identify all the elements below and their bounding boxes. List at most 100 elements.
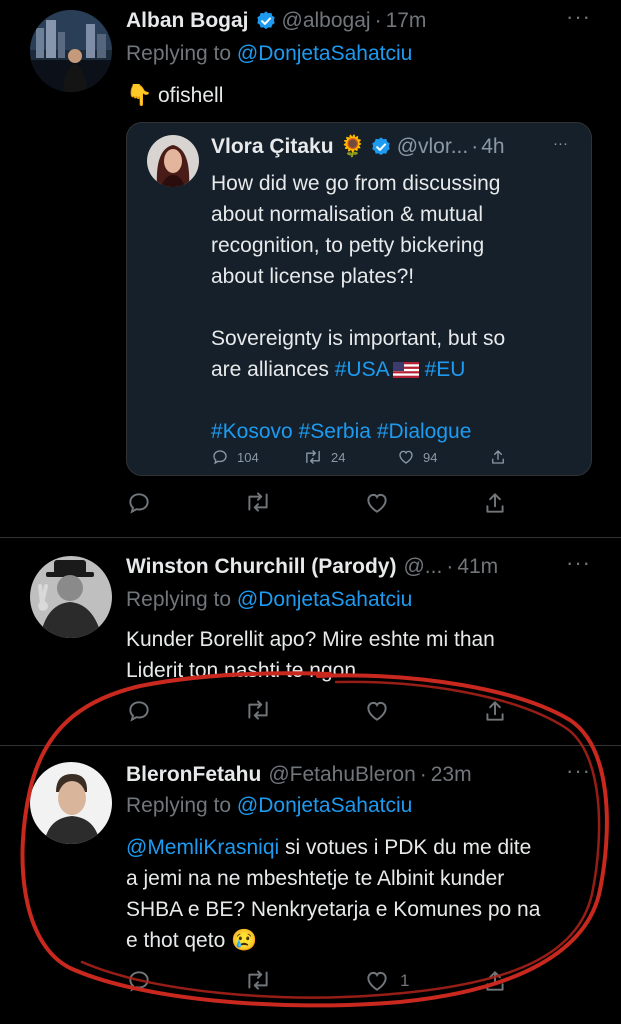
share-button[interactable]: [482, 490, 508, 516]
retweet-icon: [248, 700, 268, 720]
quoted-timestamp[interactable]: 4h: [481, 135, 504, 159]
tweet-text: 👇 ofishell: [126, 80, 223, 111]
share-icon: [486, 971, 504, 991]
like-button[interactable]: [364, 698, 390, 724]
timestamp[interactable]: 23m: [431, 763, 472, 787]
display-name[interactable]: Winston Churchill (Parody): [126, 555, 396, 579]
reply-icon: [129, 493, 149, 514]
retweet-icon: [248, 492, 268, 512]
quoted-display-name[interactable]: Vlora Çitaku: [211, 135, 334, 159]
action-bar: 1: [126, 968, 506, 998]
reply-icon: [129, 971, 149, 992]
heart-icon: [367, 493, 387, 513]
display-name[interactable]: BleronFetahu: [126, 763, 261, 787]
reply-button[interactable]: [126, 698, 152, 724]
share-button[interactable]: [482, 968, 508, 994]
share-icon: [486, 701, 504, 721]
quoted-tweet-header: Vlora Çitaku 🌻 @vlor... · 4h: [211, 135, 505, 159]
replying-to-mention[interactable]: @DonjetaSahatciu: [237, 794, 412, 817]
retweet-icon: [248, 970, 268, 990]
hashtag-usa[interactable]: #USA: [335, 358, 390, 381]
tweet-alban[interactable]: Alban Bogaj @albogaj · 17m ··· Replying …: [0, 0, 621, 535]
tweet-line: Liderit ton nashti te ngon.: [126, 659, 362, 682]
reply-icon: [213, 450, 227, 465]
avatar-vlora[interactable]: [147, 135, 199, 187]
tweet-text: @MemliKrasniqi si votues i PDK du me dit…: [126, 832, 540, 956]
timestamp[interactable]: 41m: [457, 555, 498, 579]
handle[interactable]: @FetahuBleron: [268, 763, 415, 787]
separator-dot: ·: [446, 555, 454, 578]
separator-dot: ·: [419, 763, 427, 786]
quoted-share-button[interactable]: [489, 448, 507, 466]
tweet-churchill[interactable]: Winston Churchill (Parody) @... · 41m ··…: [0, 538, 621, 744]
verified-badge-icon: [370, 136, 392, 158]
quoted-like-count: 94: [423, 449, 438, 465]
tweet-line: e thot qeto 😢: [126, 925, 540, 956]
replying-to-prefix: Replying to: [126, 794, 232, 817]
crying-face-emoji: 😢: [231, 929, 258, 952]
tweet-line-rest: si votues i PDK du me dite: [285, 836, 532, 859]
quoted-handle[interactable]: @vlor...: [397, 135, 469, 159]
hashtag-eu[interactable]: #EU: [425, 358, 466, 381]
quoted-more-options-icon[interactable]: ···: [553, 135, 568, 152]
reply-icon: [129, 701, 149, 722]
like-count: 1: [400, 971, 410, 990]
quoted-reply-count: 104: [237, 449, 259, 465]
avatar-churchill[interactable]: [30, 556, 112, 638]
handle[interactable]: @albogaj: [282, 9, 371, 33]
replying-to-line: Replying to @DonjetaSahatciu: [126, 588, 412, 612]
replying-to-prefix: Replying to: [126, 588, 232, 611]
more-options-icon[interactable]: ···: [566, 550, 591, 576]
retweet-button[interactable]: [244, 968, 272, 992]
display-name[interactable]: Alban Bogaj: [126, 9, 249, 33]
timestamp[interactable]: 17m: [386, 9, 427, 33]
tweet-header: Winston Churchill (Parody) @... · 41m: [126, 552, 498, 582]
share-button[interactable]: [482, 698, 508, 724]
sunflower-emoji: 🌻: [339, 135, 366, 158]
hashtag-serbia[interactable]: #Serbia: [299, 420, 371, 443]
heart-icon: [367, 701, 387, 721]
share-icon: [492, 450, 504, 464]
retweet-button[interactable]: [244, 698, 272, 722]
quoted-tweet[interactable]: Vlora Çitaku 🌻 @vlor... · 4h ··· How did…: [126, 122, 592, 476]
tweet-line: a jemi na ne mbeshtetje te Albinit kunde…: [126, 867, 505, 890]
tweet-line-text: e thot qeto: [126, 929, 226, 952]
quoted-line: recognition, to petty bickering: [211, 234, 485, 257]
replying-to-mention[interactable]: @DonjetaSahatciu: [237, 588, 412, 611]
like-button[interactable]: [364, 490, 390, 516]
like-button[interactable]: 1: [364, 968, 409, 994]
replying-to-line: Replying to @DonjetaSahatciu: [126, 42, 412, 66]
tweet-line: Kunder Borellit apo? Mire eshte mi than: [126, 628, 495, 651]
hashtag-dialogue[interactable]: #Dialogue: [377, 420, 472, 443]
quoted-action-bar: 104 24 94: [211, 448, 511, 468]
avatar-bleron[interactable]: [30, 762, 112, 844]
quoted-line: Sovereignty is important, but so: [211, 327, 506, 350]
mention-link[interactable]: @MemliKrasniqi: [126, 836, 279, 859]
hashtag-kosovo[interactable]: #Kosovo: [211, 420, 293, 443]
tweet-text: Kunder Borellit apo? Mire eshte mi than …: [126, 624, 495, 686]
quoted-line: about license plates?!: [211, 265, 415, 288]
heart-icon: [399, 450, 413, 464]
tweet-bleron[interactable]: BleronFetahu @FetahuBleron · 23m ··· Rep…: [0, 746, 621, 1024]
us-flag-icon: [392, 356, 419, 378]
tweet-text-content: ofishell: [158, 84, 224, 107]
quoted-reply-button[interactable]: 104: [211, 448, 259, 466]
quoted-like-button[interactable]: 94: [397, 448, 437, 466]
verified-badge-icon: [255, 10, 277, 32]
tweet-header: BleronFetahu @FetahuBleron · 23m: [126, 760, 472, 790]
replying-to-mention[interactable]: @DonjetaSahatciu: [237, 42, 412, 65]
more-options-icon[interactable]: ···: [566, 758, 591, 784]
avatar-alban[interactable]: [30, 10, 112, 92]
quoted-line: about normalisation & mutual: [211, 203, 483, 226]
heart-icon: [367, 971, 387, 991]
handle[interactable]: @...: [403, 555, 442, 579]
more-options-icon[interactable]: ···: [566, 4, 591, 30]
reply-button[interactable]: [126, 490, 152, 516]
retweet-button[interactable]: [244, 490, 272, 514]
action-bar: [126, 490, 506, 520]
share-icon: [486, 493, 504, 513]
quoted-retweet-button[interactable]: 24: [303, 448, 345, 466]
quoted-line: How did we go from discussing: [211, 172, 501, 195]
reply-button[interactable]: [126, 968, 152, 994]
quoted-line-with-hashtags: are alliances #USA #EU: [211, 354, 571, 385]
